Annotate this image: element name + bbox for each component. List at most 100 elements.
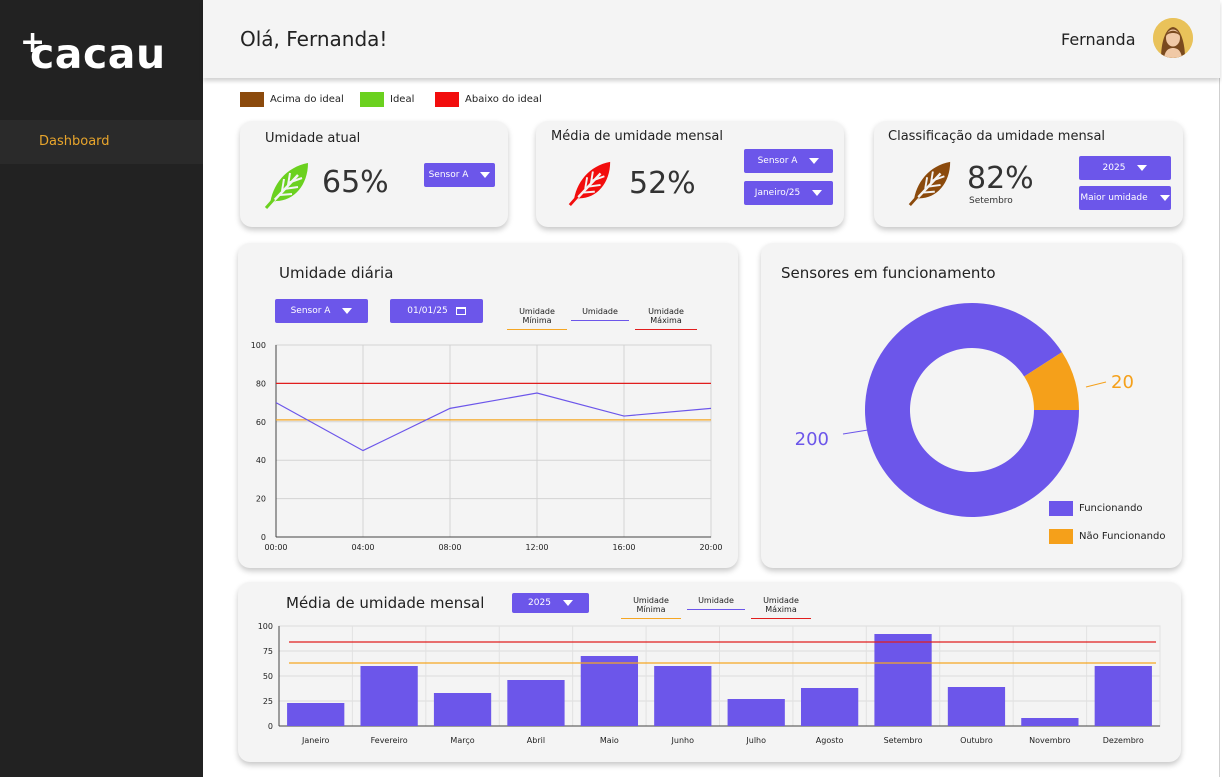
monthly-classification-card: Classificação da umidade mensal 82% Sete… xyxy=(874,121,1183,227)
y-tick-label: 40 xyxy=(256,456,266,465)
year-dropdown[interactable]: 2025 xyxy=(1079,156,1171,180)
slice-value-label: 20 xyxy=(1111,372,1134,393)
monthly-humidity-chart: 0 25 50 75 100 Janeiro Fevereiro Março Abril Maio… xyxy=(258,622,1161,745)
sensors-donut-chart: 200 20 xyxy=(795,303,1134,517)
dropdown-label: Maior umidade xyxy=(1080,193,1148,203)
bar-novembro xyxy=(1021,718,1079,726)
x-tick-label: Maio xyxy=(600,736,619,745)
bar-outubro xyxy=(947,687,1006,726)
legend-working: Funcionando xyxy=(1049,501,1143,516)
y-tick-label: 80 xyxy=(256,379,266,388)
sensor-dropdown[interactable]: Sensor A xyxy=(744,149,833,173)
chevron-down-icon xyxy=(812,190,823,196)
x-tick-label: 12:00 xyxy=(525,543,548,552)
card-title: Umidade atual xyxy=(265,131,361,146)
y-tick-label: 25 xyxy=(263,697,273,706)
x-tick-label: Setembro xyxy=(884,736,923,745)
sensors-card: Sensores em funcionamento 200 20 Funciona… xyxy=(761,243,1182,568)
legend-swatch xyxy=(360,91,384,107)
x-tick-label: Junho xyxy=(671,736,695,745)
x-tick-label: Agosto xyxy=(816,736,844,745)
dropdown-label: Sensor A xyxy=(428,170,469,180)
sidebar-item-dashboard[interactable]: Dashboard xyxy=(0,120,203,164)
avatar[interactable] xyxy=(1153,18,1193,58)
bar-setembro xyxy=(874,634,932,726)
x-tick-label: Dezembro xyxy=(1103,736,1144,745)
x-tick-label: 08:00 xyxy=(438,543,461,552)
legend-label: Abaixo do ideal xyxy=(465,93,542,105)
chevron-down-icon xyxy=(480,172,491,178)
card-title: Classificação da umidade mensal xyxy=(888,129,1106,144)
current-humidity-card: Umidade atual 65% Sensor A xyxy=(240,121,508,227)
user-name[interactable]: Fernanda xyxy=(1061,30,1136,49)
y-tick-label: 60 xyxy=(256,418,266,427)
y-tick-label: 100 xyxy=(258,622,273,631)
plot-area xyxy=(275,344,712,538)
x-tick-label: 04:00 xyxy=(351,543,374,552)
chevron-down-icon xyxy=(809,158,820,164)
bar-agosto xyxy=(800,688,859,726)
y-tick-label: 20 xyxy=(256,495,266,504)
y-tick-label: 100 xyxy=(251,341,266,350)
x-tick-label: 16:00 xyxy=(612,543,635,552)
legend-label: Não Funcionando xyxy=(1079,531,1166,542)
bar-fevereiro xyxy=(360,666,418,726)
chevron-down-icon xyxy=(1159,195,1170,201)
legend-label: Acima do ideal xyxy=(270,93,344,105)
x-tick-label: Outubro xyxy=(960,736,993,745)
x-tick-label: 00:00 xyxy=(264,543,287,552)
leaf-icon xyxy=(264,163,308,209)
slice-label-leader xyxy=(842,429,869,435)
monthly-average-card: Média de umidade mensal 52% Sensor A Jan… xyxy=(536,121,844,227)
daily-humidity-card: Umidade diária Sensor A 01/01/25 Umidade… xyxy=(238,243,738,568)
x-tick-label: Fevereiro xyxy=(371,736,408,745)
bar-maio xyxy=(580,656,639,726)
bar-abril xyxy=(507,680,565,726)
slice-value-label: 200 xyxy=(795,429,829,450)
sidebar: + cacau Dashboard xyxy=(0,0,203,777)
legend-swatch xyxy=(1049,501,1073,516)
monthly-average-value: 52% xyxy=(629,166,696,201)
y-tick-label: 75 xyxy=(263,647,273,656)
chevron-down-icon xyxy=(1137,165,1148,171)
sidebar-item-label: Dashboard xyxy=(39,134,110,149)
classification-value: 82% xyxy=(967,161,1034,196)
x-tick-label: Março xyxy=(450,736,474,745)
leaf-icon xyxy=(568,161,611,207)
main-content: Olá, Fernanda! Fernanda Acima do ideal I… xyxy=(203,0,1220,777)
dropdown-label: Sensor A xyxy=(757,156,798,166)
greeting: Olá, Fernanda! xyxy=(240,27,388,51)
x-tick-label: Janeiro xyxy=(301,736,330,745)
legend-label: Ideal xyxy=(390,93,415,105)
x-tick-label: Julho xyxy=(745,736,766,745)
order-dropdown[interactable]: Maior umidade xyxy=(1079,186,1171,210)
legend-below-ideal: Abaixo do ideal xyxy=(435,91,542,107)
classification-month: Setembro xyxy=(969,196,1013,206)
bar-março xyxy=(433,693,492,726)
bar-junho xyxy=(654,666,712,726)
bar-dezembro xyxy=(1094,666,1152,726)
legend-swatch xyxy=(435,91,459,107)
leaf-icon xyxy=(908,161,951,207)
y-tick-label: 0 xyxy=(268,722,273,731)
legend-above-ideal: Acima do ideal xyxy=(240,91,344,107)
bar-janeiro xyxy=(287,703,345,726)
legend-swatch xyxy=(1049,529,1073,544)
card-title: Média de umidade mensal xyxy=(551,129,723,144)
bar-julho xyxy=(727,699,785,726)
legend-swatch xyxy=(240,91,264,107)
y-tick-label: 0 xyxy=(261,533,266,542)
monthly-chart-card: Média de umidade mensal 2025 Umidade Mín… xyxy=(238,582,1181,762)
dropdown-label: Janeiro/25 xyxy=(754,188,801,198)
month-dropdown[interactable]: Janeiro/25 xyxy=(744,181,833,205)
legend-label: Funcionando xyxy=(1079,503,1143,514)
sensor-dropdown[interactable]: Sensor A xyxy=(424,163,495,187)
app-logo[interactable]: + cacau xyxy=(20,28,166,75)
y-tick-label: 50 xyxy=(263,672,273,681)
slice-label-leader xyxy=(1085,381,1107,388)
logo-plus: + xyxy=(20,25,46,60)
legend-not-working: Não Funcionando xyxy=(1049,529,1165,544)
dropdown-label: 2025 xyxy=(1102,163,1126,173)
x-tick-label: Novembro xyxy=(1029,736,1071,745)
top-bar: Olá, Fernanda! Fernanda xyxy=(203,0,1220,78)
